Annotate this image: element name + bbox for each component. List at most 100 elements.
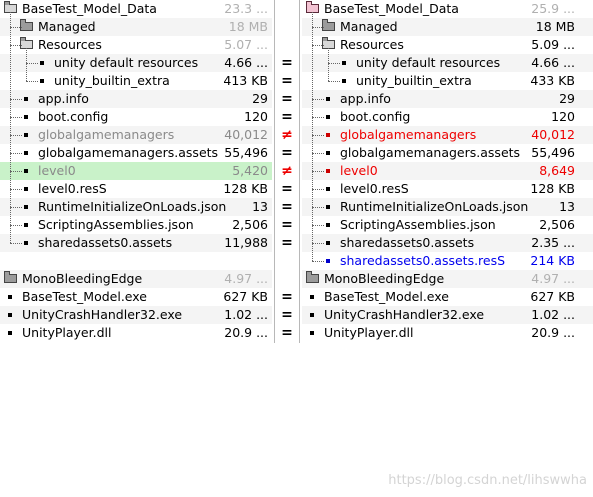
left-tree-row-unity-builtin-extra[interactable]: unity_builtin_extra 413 KB	[0, 72, 272, 90]
tree-connector-horizontal	[312, 261, 324, 262]
file-icon	[342, 79, 346, 83]
tree-connector-horizontal	[10, 189, 22, 190]
file-icon	[24, 151, 28, 155]
left-item-name: BaseTest_Model_Data	[22, 1, 157, 16]
right-folder-pane[interactable]: BaseTest_Model_Data 25.9 ... Managed 18 MB R…	[302, 0, 593, 497]
right-tree-row-boot-config[interactable]: boot.config 120	[302, 108, 593, 126]
left-tree-row-unity-default-resources[interactable]: unity default resources 4.66 ...	[0, 54, 272, 72]
left-tree-row-scriptingassemblies-json[interactable]: ScriptingAssemblies.json 2,506	[0, 216, 272, 234]
left-tree-row-monobleedingedge[interactable]: MonoBleedingEdge 4.97 ...	[0, 270, 272, 288]
tree-connector-horizontal	[10, 117, 22, 118]
file-icon	[326, 169, 330, 173]
right-tree-row-level0-ress[interactable]: level0.resS 128 KB	[302, 180, 593, 198]
right-item-size: 40,012	[531, 127, 575, 142]
right-item-size: 4.66 ...	[531, 55, 575, 70]
left-item-name: RuntimeInitializeOnLoads.json	[38, 199, 227, 214]
tree-connector-vertical	[10, 12, 11, 243]
right-tree-row-unitycrashhandler32-exe[interactable]: UnityCrashHandler32.exe 1.02 ...	[302, 306, 593, 324]
right-tree-row-resources[interactable]: Resources 5.09 ...	[302, 36, 593, 54]
left-tree-row-runtimeinitializeonloads-json[interactable]: RuntimeInitializeOnLoads.json 13	[0, 198, 272, 216]
file-icon	[24, 205, 28, 209]
right-tree-row-managed[interactable]: Managed 18 MB	[302, 18, 593, 36]
right-item-name: unity default resources	[356, 55, 501, 70]
right-tree-row-level0[interactable]: level0 8,649	[302, 162, 593, 180]
comparison-gutter: = = ≠ = ≠ = = = = = = = = =	[274, 0, 300, 497]
file-icon	[24, 187, 28, 191]
right-tree-row-globalgamemanagers[interactable]: globalgamemanagers 40,012	[302, 126, 593, 144]
right-tree-row-monobleedingedge[interactable]: MonoBleedingEdge 4.97 ...	[302, 270, 593, 288]
left-tree-row-unitycrashhandler32-exe[interactable]: UnityCrashHandler32.exe 1.02 ...	[0, 306, 272, 324]
left-item-name: ScriptingAssemblies.json	[38, 217, 194, 232]
right-tree-row-scriptingassemblies-json[interactable]: ScriptingAssemblies.json 2,506	[302, 216, 593, 234]
left-tree-row-managed[interactable]: Managed 18 MB	[0, 18, 272, 36]
right-item-size: 1.02 ...	[531, 307, 575, 322]
tree-connector-horizontal	[312, 99, 324, 100]
tree-connector-horizontal	[26, 63, 38, 64]
not-equal-icon: ≠	[281, 127, 293, 143]
left-tree-row-basetest-model-exe[interactable]: BaseTest_Model.exe 627 KB	[0, 288, 272, 306]
file-icon	[24, 241, 28, 245]
left-tree-row-unityplayer-dll[interactable]: UnityPlayer.dll 20.9 ...	[0, 324, 272, 342]
file-icon	[40, 79, 44, 83]
file-icon	[326, 187, 330, 191]
right-tree-row-unityplayer-dll[interactable]: UnityPlayer.dll 20.9 ...	[302, 324, 593, 342]
right-tree-row-unity-default-resources[interactable]: unity default resources 4.66 ...	[302, 54, 593, 72]
left-item-name: UnityPlayer.dll	[22, 325, 112, 340]
left-item-size: 11,988	[224, 235, 268, 250]
right-item-name: Managed	[340, 19, 398, 34]
left-tree-row-resources[interactable]: Resources 5.07 ...	[0, 36, 272, 54]
right-item-name: globalgamemanagers	[340, 127, 477, 142]
left-folder-pane[interactable]: BaseTest_Model_Data 23.3 ... Managed 18 MB R…	[0, 0, 272, 497]
right-tree-row-basetest-model-data[interactable]: BaseTest_Model_Data 25.9 ...	[302, 0, 593, 18]
tree-connector-horizontal	[10, 207, 22, 208]
left-tree-row-boot-config[interactable]: boot.config 120	[0, 108, 272, 126]
left-item-size: 4.97 ...	[224, 271, 268, 286]
left-tree-row-globalgamemanagers-assets[interactable]: globalgamemanagers.assets 55,496	[0, 144, 272, 162]
tree-connector-horizontal	[312, 45, 324, 46]
right-tree-row-unity-builtin-extra[interactable]: unity_builtin_extra 433 KB	[302, 72, 593, 90]
left-item-name: app.info	[38, 91, 89, 106]
right-item-name: BaseTest_Model.exe	[324, 289, 449, 304]
right-item-name: boot.config	[340, 109, 411, 124]
tree-connector-horizontal	[312, 189, 324, 190]
right-item-size: 20.9 ...	[531, 325, 575, 340]
file-icon	[342, 61, 346, 65]
left-item-size: 1.02 ...	[224, 307, 268, 322]
tree-connector-horizontal	[10, 99, 22, 100]
right-item-size: 25.9 ...	[531, 1, 575, 16]
right-item-size: 214 KB	[530, 253, 575, 268]
left-tree-row-basetest-model-data[interactable]: BaseTest_Model_Data 23.3 ...	[0, 0, 272, 18]
right-tree-row-globalgamemanagers-assets[interactable]: globalgamemanagers.assets 55,496	[302, 144, 593, 162]
left-tree-row-level0[interactable]: level0 5,420	[0, 162, 272, 180]
right-item-name: RuntimeInitializeOnLoads.json	[340, 199, 529, 214]
right-tree-row-basetest-model-exe[interactable]: BaseTest_Model.exe 627 KB	[302, 288, 593, 306]
file-icon	[326, 97, 330, 101]
left-item-size: 4.66 ...	[224, 55, 268, 70]
file-icon	[326, 241, 330, 245]
left-item-size: 18 MB	[228, 19, 268, 34]
watermark-text: https://blog.csdn.net/lihswwha	[388, 473, 587, 488]
left-item-size: 20.9 ...	[224, 325, 268, 340]
right-item-name: app.info	[340, 91, 391, 106]
left-tree-row-sharedassets0-assets[interactable]: sharedassets0.assets 11,988	[0, 234, 272, 252]
left-tree-row-app-info[interactable]: app.info 29	[0, 90, 272, 108]
right-item-name: sharedassets0.assets.resS	[340, 253, 506, 268]
left-tree-row-level0-ress[interactable]: level0.resS 128 KB	[0, 180, 272, 198]
left-tree-row-globalgamemanagers[interactable]: globalgamemanagers 40,012	[0, 126, 272, 144]
right-tree-row-sharedassets0-assets-ress[interactable]: sharedassets0.assets.resS 214 KB	[302, 252, 593, 270]
file-icon	[24, 223, 28, 227]
right-item-name: UnityPlayer.dll	[324, 325, 414, 340]
left-item-name: BaseTest_Model.exe	[22, 289, 147, 304]
left-item-name: Resources	[38, 37, 102, 52]
left-item-size: 120	[244, 109, 268, 124]
equal-icon: =	[281, 217, 293, 233]
file-icon	[8, 313, 12, 317]
right-tree-row-runtimeinitializeonloads-json[interactable]: RuntimeInitializeOnLoads.json 13	[302, 198, 593, 216]
file-icon	[24, 133, 28, 137]
tree-connector-horizontal	[10, 171, 22, 172]
right-tree-row-sharedassets0-assets[interactable]: sharedassets0.assets 2.35 ...	[302, 234, 593, 252]
right-tree-row-app-info[interactable]: app.info 29	[302, 90, 593, 108]
left-item-name: unity_builtin_extra	[54, 73, 170, 88]
equal-icon: =	[281, 109, 293, 125]
left-item-size: 627 KB	[223, 289, 268, 304]
